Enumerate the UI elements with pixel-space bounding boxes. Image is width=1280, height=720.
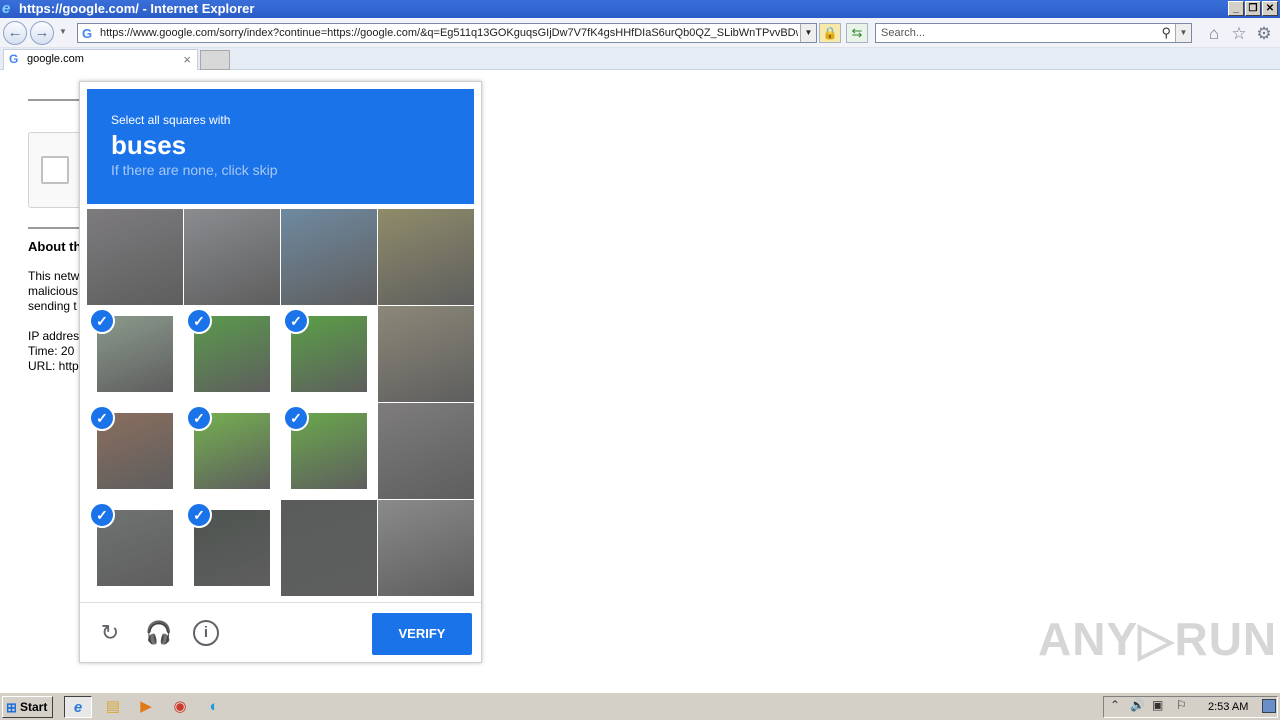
captcha-tile[interactable] [184, 209, 280, 305]
recaptcha-checkbox[interactable] [41, 156, 69, 184]
captcha-tile-image [87, 209, 183, 305]
taskbar-explorer-icon[interactable]: ▤ [99, 696, 127, 718]
taskbar-media-player-icon[interactable]: ▶ [132, 696, 160, 718]
verify-button[interactable]: VERIFY [372, 613, 472, 655]
captcha-tile[interactable] [378, 403, 474, 499]
captcha-image-grid: ✓ ✓ ✓ ✓ ✓ ✓ ✓ ✓ [87, 209, 474, 596]
checkmark-icon: ✓ [283, 308, 309, 334]
address-dropdown-icon[interactable]: ▼ [800, 24, 816, 42]
captcha-header: Select all squares with buses If there a… [87, 89, 474, 204]
captcha-hint: If there are none, click skip [111, 162, 278, 178]
checkmark-icon: ✓ [186, 405, 212, 431]
close-button[interactable]: ✕ [1262, 1, 1278, 16]
checkmark-icon: ✓ [186, 502, 212, 528]
paragraph-line: This netw [28, 269, 80, 283]
captcha-tile[interactable] [87, 209, 183, 305]
checkmark-icon: ✓ [186, 308, 212, 334]
captcha-tile[interactable]: ✓ [87, 306, 183, 402]
captcha-tile[interactable] [378, 500, 474, 596]
checkmark-icon: ✓ [89, 405, 115, 431]
captcha-tile-image [378, 403, 474, 499]
window-titlebar: e https://google.com/ - Internet Explore… [0, 0, 1280, 18]
paragraph-line: sending t [28, 299, 77, 313]
search-dropdown-icon[interactable]: ▼ [1175, 24, 1191, 42]
captcha-tile-image [378, 209, 474, 305]
tab-close-icon[interactable]: × [183, 50, 191, 69]
captcha-tile[interactable] [378, 209, 474, 305]
about-heading: About th [28, 239, 82, 254]
window-title: https://google.com/ - Internet Explorer [19, 1, 255, 16]
address-url[interactable]: https://www.google.com/sorry/index?conti… [100, 24, 798, 42]
taskbar: ⊞ Start e ▤ ▶ ◉ ◐ ⌃ 🔊 ▣ ⚐ 2:53 AM [0, 692, 1280, 720]
captcha-tile[interactable]: ✓ [184, 500, 280, 596]
captcha-tile[interactable] [281, 209, 377, 305]
captcha-tile-image [281, 209, 377, 305]
checkmark-icon: ✓ [89, 502, 115, 528]
windows-flag-icon: ⊞ [6, 700, 17, 715]
captcha-tile-image [378, 500, 474, 596]
page-content: About th This netw malicious sending t I… [0, 70, 1280, 692]
captcha-tile-image [184, 209, 280, 305]
taskbar-ie-icon[interactable]: e [64, 696, 92, 718]
info-icon[interactable]: i [193, 620, 219, 646]
search-box[interactable]: Search... ⚲ ▼ [875, 23, 1192, 43]
ip-address-line: IP addres [28, 329, 80, 343]
captcha-tile-image [281, 500, 377, 596]
captcha-challenge: Select all squares with buses If there a… [79, 81, 482, 663]
address-bar[interactable]: G https://www.google.com/sorry/index?con… [77, 23, 817, 43]
tab-google[interactable]: G google.com × [3, 49, 198, 70]
captcha-footer: ↻ 🎧 i VERIFY [80, 602, 481, 662]
captcha-tile[interactable] [281, 500, 377, 596]
restore-button[interactable]: ❐ [1245, 1, 1261, 16]
action-center-flag-icon[interactable]: ⚐ [1176, 698, 1187, 712]
captcha-instruction: Select all squares with [111, 113, 231, 127]
lock-icon[interactable]: 🔒 [819, 23, 841, 43]
tray-expand-icon[interactable]: ⌃ [1110, 698, 1120, 712]
system-tray: ⌃ 🔊 ▣ ⚐ 2:53 AM [1103, 696, 1278, 718]
volume-icon[interactable]: 🔊 [1130, 698, 1145, 712]
time-line: Time: 20 [28, 344, 75, 358]
search-icon[interactable]: ⚲ [1161, 24, 1171, 42]
minimize-button[interactable]: _ [1228, 1, 1244, 16]
captcha-tile-image [378, 306, 474, 402]
start-label: Start [20, 700, 48, 714]
url-line: URL: http [28, 359, 79, 373]
captcha-tile[interactable]: ✓ [184, 403, 280, 499]
clock[interactable]: 2:53 AM [1208, 701, 1248, 713]
taskbar-edge-icon[interactable]: ◐ [200, 696, 228, 718]
captcha-target: buses [111, 130, 187, 160]
forward-button[interactable]: → [30, 21, 54, 45]
tab-bar: G google.com × [0, 48, 1280, 70]
captcha-tile[interactable]: ✓ [184, 306, 280, 402]
checkmark-icon: ✓ [283, 405, 309, 431]
search-input[interactable]: Search... [881, 27, 925, 39]
captcha-tile[interactable] [378, 306, 474, 402]
captcha-tile[interactable]: ✓ [87, 403, 183, 499]
taskbar-chrome-icon[interactable]: ◉ [166, 696, 194, 718]
checkmark-icon: ✓ [89, 308, 115, 334]
start-button[interactable]: ⊞ Start [2, 696, 53, 718]
captcha-tile[interactable]: ✓ [281, 306, 377, 402]
back-button[interactable]: ← [3, 21, 27, 45]
google-favicon-icon: G [9, 52, 19, 66]
google-favicon-icon: G [82, 26, 93, 41]
captcha-tile[interactable]: ✓ [87, 500, 183, 596]
anyrun-watermark: ANY▷RUN [1038, 613, 1278, 665]
settings-gear-icon[interactable]: ⚙ [1254, 24, 1274, 44]
network-icon[interactable]: ▣ [1152, 698, 1163, 712]
tab-label: google.com [27, 53, 84, 65]
reload-icon[interactable]: ↻ [97, 620, 123, 646]
navigation-bar: ← → ▼ G https://www.google.com/sorry/ind… [0, 18, 1280, 48]
home-icon[interactable]: ⌂ [1204, 24, 1224, 44]
history-dropdown-icon[interactable]: ▼ [59, 27, 67, 36]
show-desktop-button[interactable] [1262, 699, 1276, 713]
favorites-star-icon[interactable]: ☆ [1229, 24, 1249, 44]
refresh-icon[interactable]: ⇆ [846, 23, 868, 43]
captcha-tile[interactable]: ✓ [281, 403, 377, 499]
paragraph-line: malicious [28, 284, 79, 298]
ie-logo-icon: e [2, 0, 11, 17]
new-tab-button[interactable] [200, 50, 230, 70]
audio-headphones-icon[interactable]: 🎧 [145, 620, 172, 646]
